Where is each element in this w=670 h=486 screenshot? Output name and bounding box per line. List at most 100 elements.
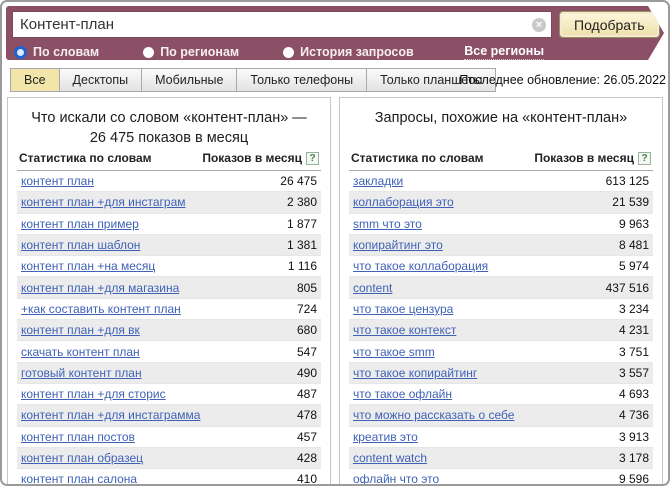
keyword-link[interactable]: контент план (21, 174, 94, 188)
impressions-value: 4 693 (619, 387, 649, 401)
radio-icon (283, 47, 294, 58)
table-row: контент план пример 1 877 (17, 214, 321, 235)
impressions-value: 428 (297, 451, 317, 465)
impressions-value: 1 877 (287, 217, 317, 231)
mode-radio-by-regions[interactable]: По регионам (143, 45, 239, 59)
panel-searched-with-word: Что искали со словом «контент-план» — 26… (7, 97, 331, 486)
impressions-value: 3 913 (619, 430, 649, 444)
help-icon[interactable]: ? (306, 152, 319, 165)
impressions-value: 26 475 (280, 174, 317, 188)
keyword-link[interactable]: smm что это (353, 217, 422, 231)
impressions-value: 3 751 (619, 345, 649, 359)
table-row: контент план +для магазина 805 (17, 277, 321, 298)
keyword-link[interactable]: content (353, 281, 392, 295)
keyword-link[interactable]: офлайн что это (353, 472, 439, 486)
mode-radio-by-words[interactable]: По словам (14, 45, 99, 59)
impressions-value: 437 516 (606, 281, 649, 295)
table-row: контент план постов 457 (17, 427, 321, 448)
impressions-value: 410 (297, 472, 317, 486)
impressions-value: 613 125 (606, 174, 649, 188)
keyword-link[interactable]: контент план +для магазина (21, 281, 179, 295)
impressions-value: 8 481 (619, 238, 649, 252)
table-header: Статистика по словам Показов в месяц ? (349, 151, 653, 171)
impressions-value: 2 380 (287, 195, 317, 209)
impressions-value: 9 596 (619, 472, 649, 486)
table-row: что можно рассказать о себе4 736 (349, 405, 653, 426)
table-row: что такое коллаборация5 974 (349, 256, 653, 277)
table-row: контент план +для сторис 487 (17, 384, 321, 405)
keyword-link[interactable]: контент план шаблон (21, 238, 140, 252)
keyword-link[interactable]: что такое цензура (353, 302, 453, 316)
keyword-link[interactable]: что такое офлайн (353, 387, 452, 401)
radio-icon (143, 47, 154, 58)
keyword-link[interactable]: что такое контекст (353, 323, 456, 337)
wordstat-window: × Подобрать По словам По регионам Истори… (0, 0, 670, 486)
impressions-value: 9 963 (619, 217, 649, 231)
keyword-link[interactable]: коллаборация это (353, 195, 454, 209)
keyword-link[interactable]: копирайтинг это (353, 238, 443, 252)
keyword-link[interactable]: +как составить контент план (21, 302, 181, 316)
keyword-link[interactable]: закладки (353, 174, 403, 188)
mode-radio-label: История запросов (300, 45, 414, 59)
search-submit-button[interactable]: Подобрать (559, 11, 660, 38)
impressions-value: 3 178 (619, 451, 649, 465)
panel-title: Что искали со словом «контент-план» — 26… (17, 107, 321, 151)
keyword-link[interactable]: контент план салона (21, 472, 137, 486)
keyword-link[interactable]: контент план +на месяц (21, 259, 155, 273)
help-icon[interactable]: ? (638, 152, 651, 165)
keyword-link[interactable]: контент план постов (21, 430, 135, 444)
keyword-link[interactable]: контент план +для сторис (21, 387, 166, 401)
keyword-link[interactable]: что такое smm (353, 345, 435, 359)
keyword-link[interactable]: скачать контент план (21, 345, 140, 359)
last-update-text: Последнее обновление: 26.05.2022 (459, 73, 666, 87)
keyword-link[interactable]: креатив это (353, 430, 418, 444)
clear-icon[interactable]: × (532, 18, 546, 32)
table-row: content 437 516 (349, 277, 653, 298)
mode-radio-label: По словам (33, 45, 99, 59)
impressions-value: 1 381 (287, 238, 317, 252)
table-row: что такое контекст4 231 (349, 320, 653, 341)
panel-similar-queries: Запросы, похожие на «контент-план» Стати… (339, 97, 663, 486)
keyword-link[interactable]: контент план +для инстаграмма (21, 408, 200, 422)
tab-desktops[interactable]: Десктопы (59, 68, 143, 92)
impressions-value: 680 (297, 323, 317, 337)
impressions-value: 487 (297, 387, 317, 401)
keyword-link[interactable]: что можно рассказать о себе (353, 408, 514, 422)
impressions-value: 547 (297, 345, 317, 359)
table-row: контент план образец 428 (17, 448, 321, 469)
radio-selected-icon (14, 46, 27, 59)
table-row: что такое офлайн 4 693 (349, 384, 653, 405)
impressions-value: 457 (297, 430, 317, 444)
search-box: × (12, 11, 552, 38)
impressions-value: 805 (297, 281, 317, 295)
table-row: контент план салона 410 (17, 469, 321, 486)
table-row: контент план 26 475 (17, 171, 321, 192)
tab-mobile[interactable]: Мобильные (141, 68, 237, 92)
tab-phones-only[interactable]: Только телефоны (236, 68, 367, 92)
keyword-link[interactable]: контент план пример (21, 217, 139, 231)
column-header-query: Статистика по словам (351, 151, 484, 165)
keyword-link[interactable]: content watch (353, 451, 427, 465)
keyword-link[interactable]: контент план образец (21, 451, 143, 465)
column-header-query: Статистика по словам (19, 151, 152, 165)
mode-radio-label: По регионам (160, 45, 239, 59)
table-row: коллаборация это21 539 (349, 192, 653, 213)
search-input[interactable] (13, 12, 551, 37)
tab-all[interactable]: Все (10, 68, 60, 92)
all-regions-link[interactable]: Все регионы (464, 44, 544, 60)
table-row: контент план +для инстаграм 2 380 (17, 192, 321, 213)
table-row: контент план +для инстаграмма 478 (17, 405, 321, 426)
mode-radio-query-history[interactable]: История запросов (283, 45, 414, 59)
table-row: контент план шаблон 1 381 (17, 235, 321, 256)
table-row: smm что это 9 963 (349, 214, 653, 235)
table-row: +как составить контент план 724 (17, 299, 321, 320)
keyword-table: контент план 26 475 контент план +для инст… (17, 171, 321, 486)
table-row: закладки 613 125 (349, 171, 653, 192)
keyword-link[interactable]: контент план +для вк (21, 323, 140, 337)
keyword-link[interactable]: контент план +для инстаграм (21, 195, 186, 209)
keyword-link[interactable]: готовый контент план (21, 366, 142, 380)
keyword-link[interactable]: что такое копирайтинг (353, 366, 477, 380)
impressions-value: 724 (297, 302, 317, 316)
keyword-link[interactable]: что такое коллаборация (353, 259, 488, 273)
impressions-value: 478 (297, 408, 317, 422)
